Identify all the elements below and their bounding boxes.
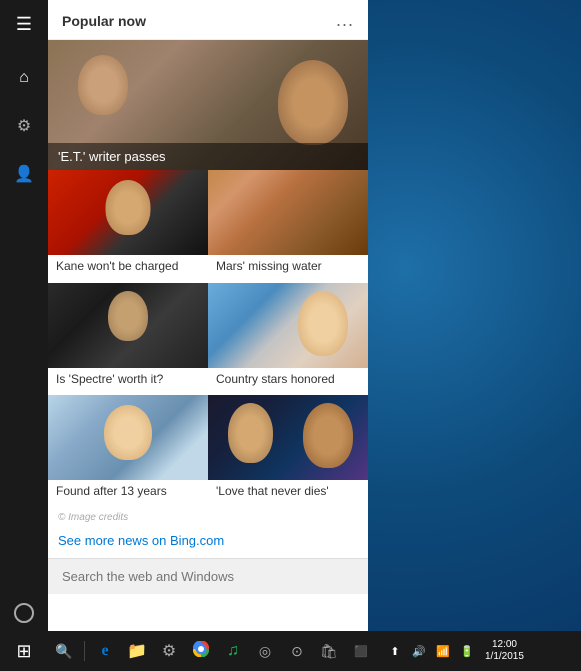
taskbar-search-button[interactable]: 🔍 — [48, 631, 80, 671]
taskbar-spotify[interactable]: ♫ — [217, 631, 249, 671]
gear-icon: ⚙ — [162, 641, 176, 661]
found-image — [48, 395, 208, 480]
volume-icon: 🔊 — [412, 645, 426, 658]
spectre-image — [48, 283, 208, 368]
tray-battery[interactable]: 🔋 — [457, 631, 477, 671]
network-icon: 📶 — [436, 645, 450, 658]
news-panel-title: Popular now — [62, 13, 146, 29]
taskbar-divider — [84, 641, 85, 661]
notification-circle[interactable] — [14, 603, 34, 623]
tray-volume[interactable]: 🔊 — [409, 631, 429, 671]
taskbar-extra2[interactable]: ⊙ — [281, 631, 313, 671]
news-grid: Kane won't be charged Mars' missing wate… — [48, 170, 368, 508]
sidebar-nav: ⌂ ⚙ 👤 — [0, 56, 48, 196]
taskbar-folder[interactable]: 📁 — [121, 631, 153, 671]
mars-image — [208, 170, 368, 255]
taskbar-edge[interactable]: e — [89, 631, 121, 671]
news-item-love[interactable]: 'Love that never dies' — [208, 395, 368, 508]
country-label: Country stars honored — [208, 368, 368, 396]
news-item-found[interactable]: Found after 13 years — [48, 395, 208, 508]
see-more-link[interactable]: See more news on Bing.com — [48, 527, 368, 558]
mars-label: Mars' missing water — [208, 255, 368, 283]
settings-icon: ⚙ — [17, 116, 31, 136]
news-header: Popular now ... — [48, 0, 368, 40]
kane-label: Kane won't be charged — [48, 255, 208, 283]
taskbar-clock[interactable]: 12:00 1/1/2015 — [481, 639, 528, 663]
taskbar-extra4[interactable]: ⬛ — [345, 631, 377, 671]
found-label: Found after 13 years — [48, 480, 208, 508]
taskbar-date: 1/1/2015 — [485, 651, 524, 663]
taskbar-chrome[interactable] — [185, 631, 217, 671]
country-image — [208, 283, 368, 368]
kane-image — [48, 170, 208, 255]
record-icon: ⊙ — [291, 643, 303, 660]
love-image — [208, 395, 368, 480]
up-arrow-icon: ⬆ — [390, 645, 399, 658]
taskbar-settings[interactable]: ⚙ — [153, 631, 185, 671]
tray-network[interactable]: 📶 — [433, 631, 453, 671]
image-credit: © Image credits — [48, 508, 368, 527]
love-label: 'Love that never dies' — [208, 480, 368, 508]
search-icon: 🔍 — [55, 643, 72, 660]
taskbar-time: 12:00 — [485, 639, 524, 651]
battery-icon: 🔋 — [460, 645, 474, 658]
edge-icon: e — [101, 642, 108, 660]
sidebar-bottom — [14, 603, 34, 623]
account-icon: 👤 — [14, 164, 34, 184]
taskbar-extra1[interactable]: ◎ — [249, 631, 281, 671]
taskbar-extra3[interactable]: 🛍 — [313, 631, 345, 671]
start-sidebar: ☰ ⌂ ⚙ 👤 — [0, 0, 48, 631]
hero-news-item[interactable]: 'E.T.' writer passes — [48, 40, 368, 170]
sidebar-item-account[interactable]: 👤 — [0, 152, 48, 196]
sidebar-item-home[interactable]: ⌂ — [0, 56, 48, 100]
start-button[interactable]: ⊞ — [0, 631, 48, 671]
chrome-icon — [193, 641, 209, 662]
news-item-mars[interactable]: Mars' missing water — [208, 170, 368, 283]
news-item-spectre[interactable]: Is 'Spectre' worth it? — [48, 283, 208, 396]
tray-notification[interactable]: ⬆ — [385, 631, 405, 671]
taskbar-tray: ⬆ 🔊 📶 🔋 12:00 1/1/2015 — [377, 631, 536, 671]
home-icon: ⌂ — [19, 69, 29, 87]
panel-search-input[interactable] — [48, 558, 368, 594]
hero-caption: 'E.T.' writer passes — [48, 143, 368, 170]
taskbar: ⊞ 🔍 e 📁 ⚙ — [0, 631, 581, 671]
news-panel: Popular now ... 'E.T.' writer passes Kan… — [48, 0, 368, 631]
sidebar-item-settings[interactable]: ⚙ — [0, 104, 48, 148]
news-item-kane[interactable]: Kane won't be charged — [48, 170, 208, 283]
news-more-button[interactable]: ... — [336, 10, 354, 31]
news-item-country[interactable]: Country stars honored — [208, 283, 368, 396]
news-body: 'E.T.' writer passes Kane won't be charg… — [48, 40, 368, 631]
windows-icon: ⊞ — [16, 641, 31, 662]
hamburger-button[interactable]: ☰ — [0, 0, 48, 48]
folder-icon: 📁 — [127, 641, 147, 661]
desktop: ☰ ⌂ ⚙ 👤 Popular now ... 'E.T.' wr — [0, 0, 581, 671]
app-icon: ⬛ — [354, 645, 368, 658]
spectre-label: Is 'Spectre' worth it? — [48, 368, 208, 396]
hamburger-icon: ☰ — [16, 14, 32, 35]
circle-icon: ◎ — [259, 643, 271, 660]
bag-icon: 🛍 — [320, 643, 338, 660]
spotify-icon: ♫ — [227, 642, 239, 660]
